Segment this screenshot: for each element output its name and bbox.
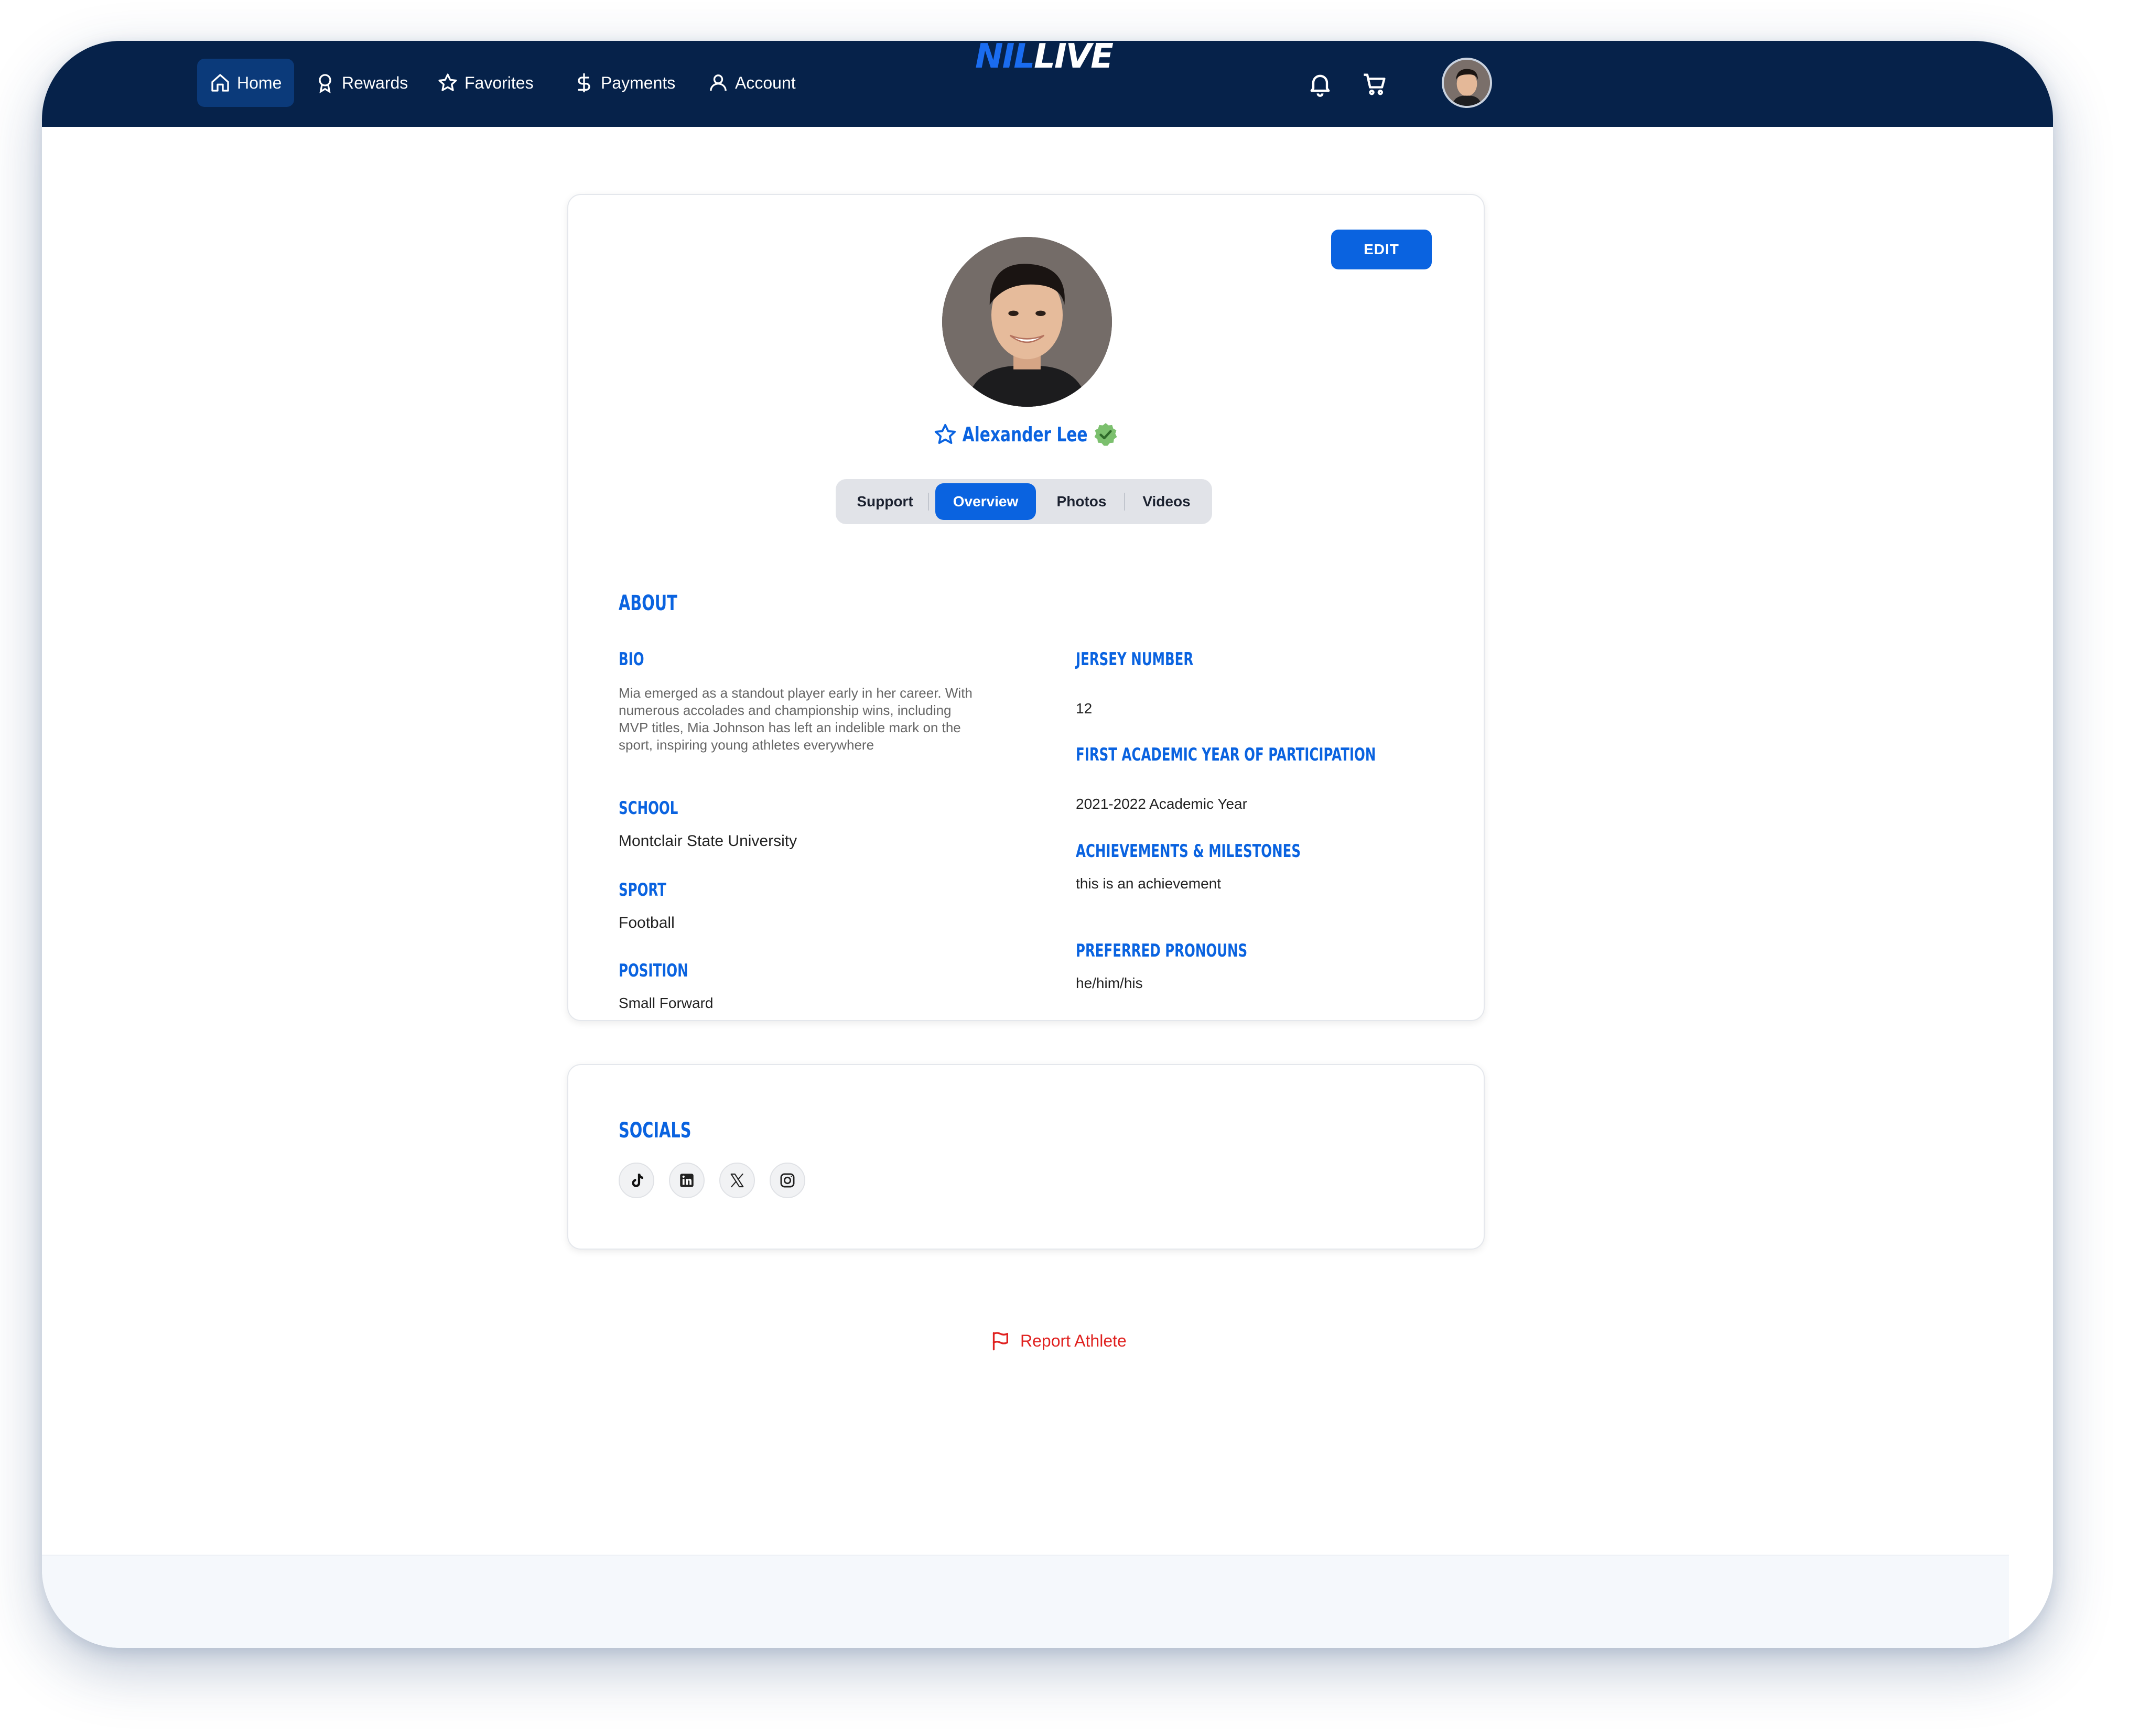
x-icon bbox=[730, 1173, 744, 1188]
socials-heading: SOCIALS bbox=[619, 1119, 692, 1143]
cart-icon bbox=[1364, 73, 1386, 95]
nav-rewards-label: Rewards bbox=[342, 73, 408, 92]
tiktok-link[interactable] bbox=[619, 1163, 654, 1198]
notifications-button[interactable] bbox=[1306, 70, 1334, 97]
user-avatar[interactable] bbox=[1442, 58, 1492, 108]
verified-badge-icon bbox=[1094, 423, 1117, 446]
home-icon bbox=[211, 74, 229, 92]
athlete-name-row: Alexander Lee bbox=[568, 421, 1484, 448]
bio-label: BIO bbox=[619, 649, 644, 670]
nillive-logo[interactable]: NILLIVE bbox=[975, 41, 1164, 73]
tab-overview[interactable]: Overview bbox=[935, 483, 1036, 520]
jersey-label: JERSEY NUMBER bbox=[1076, 649, 1194, 670]
tab-divider bbox=[1124, 493, 1125, 511]
nav-account-label: Account bbox=[735, 73, 796, 92]
athlete-portrait bbox=[942, 237, 1112, 407]
linkedin-link[interactable] bbox=[669, 1163, 705, 1198]
nav-payments-label: Payments bbox=[601, 73, 676, 92]
linkedin-icon bbox=[680, 1174, 694, 1187]
pronouns-value: he/him/his bbox=[1076, 975, 1143, 991]
tiktok-icon bbox=[632, 1174, 643, 1187]
tab-videos[interactable]: Videos bbox=[1127, 483, 1206, 520]
avatar-photo bbox=[1444, 60, 1490, 106]
nav-rewards[interactable]: Rewards bbox=[302, 59, 420, 107]
app-window: Home Rewards Favorites Payments Account … bbox=[42, 41, 2053, 1648]
favorite-star-icon[interactable] bbox=[933, 422, 957, 447]
position-label: POSITION bbox=[619, 960, 688, 981]
cart-button[interactable] bbox=[1361, 70, 1388, 97]
school-value: Montclair State University bbox=[619, 832, 797, 850]
tab-divider bbox=[928, 493, 929, 511]
dollar-icon bbox=[578, 73, 590, 93]
nav-account[interactable]: Account bbox=[695, 59, 808, 107]
jersey-value: 12 bbox=[1076, 700, 1093, 717]
tab-photos[interactable]: Photos bbox=[1042, 483, 1121, 520]
bio-text: Mia emerged as a standout player early i… bbox=[619, 685, 973, 753]
logo-live-text: LIVE bbox=[1034, 41, 1114, 76]
tab-support[interactable]: Support bbox=[843, 483, 927, 520]
profile-tabs: Support Overview Photos Videos bbox=[836, 479, 1212, 524]
about-heading: ABOUT bbox=[619, 591, 677, 615]
report-athlete-label: Report Athlete bbox=[1020, 1331, 1127, 1350]
nav-favorites-label: Favorites bbox=[464, 73, 534, 92]
award-icon bbox=[319, 74, 331, 93]
report-athlete-link[interactable]: Report Athlete bbox=[990, 1330, 1127, 1351]
sport-value: Football bbox=[619, 914, 675, 931]
instagram-link[interactable] bbox=[770, 1163, 805, 1198]
first-year-label: FIRST ACADEMIC YEAR OF PARTICIPATION bbox=[1076, 744, 1376, 765]
bell-icon bbox=[1310, 74, 1330, 97]
first-year-value: 2021-2022 Academic Year bbox=[1076, 796, 1247, 812]
achievements-value: this is an achievement bbox=[1076, 875, 1222, 892]
socials-card: SOCIALS bbox=[567, 1064, 1485, 1250]
nav-home-label: Home bbox=[237, 73, 282, 92]
position-value: Small Forward bbox=[619, 995, 714, 1011]
achievements-label: ACHIEVEMENTS & MILESTONES bbox=[1076, 841, 1301, 862]
athlete-name: Alexander Lee bbox=[962, 423, 1088, 446]
athlete-photo bbox=[942, 237, 1112, 407]
nav-payments[interactable]: Payments bbox=[561, 59, 688, 107]
edit-button[interactable]: EDIT bbox=[1331, 230, 1432, 269]
page-footer bbox=[42, 1555, 2009, 1648]
top-navbar: Home Rewards Favorites Payments Account … bbox=[42, 41, 2053, 127]
school-label: SCHOOL bbox=[619, 798, 678, 819]
x-link[interactable] bbox=[719, 1163, 755, 1198]
instagram-icon bbox=[780, 1173, 795, 1188]
profile-card: EDIT Alexander Lee Support Overview Phot… bbox=[567, 194, 1485, 1021]
flag-icon bbox=[992, 1332, 1008, 1351]
nav-favorites[interactable]: Favorites bbox=[425, 59, 546, 107]
star-icon bbox=[438, 73, 457, 91]
sport-label: SPORT bbox=[619, 880, 666, 900]
nav-home[interactable]: Home bbox=[197, 59, 295, 107]
pronouns-label: PREFERRED PRONOUNS bbox=[1076, 940, 1248, 961]
user-icon bbox=[710, 74, 727, 91]
logo-nil-text: NIL bbox=[975, 41, 1035, 76]
